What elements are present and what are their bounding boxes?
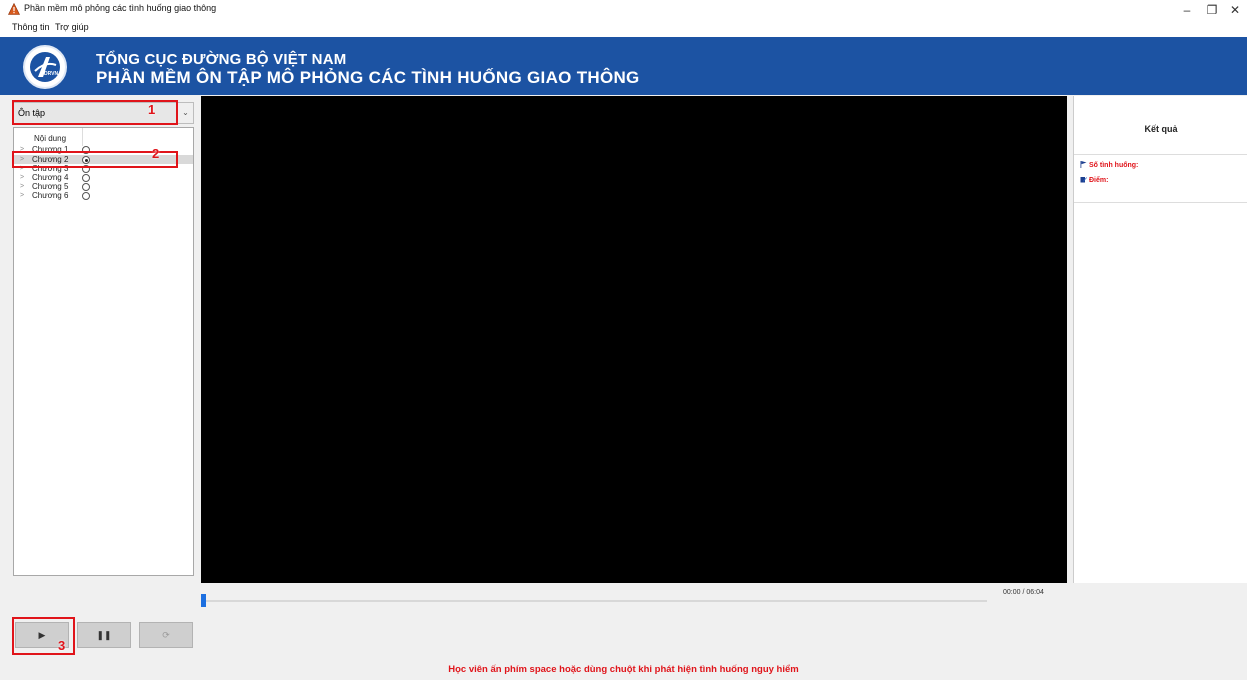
annotation-box-3 [12,617,75,655]
score-edit-icon [1080,177,1087,183]
pause-button[interactable]: ❚❚ [77,622,131,648]
progress-track[interactable] [203,600,987,602]
result-panel: Kết quả Số tình huống: Điểm: [1073,96,1247,583]
menu-bar: Thông tin Trợ giúp [0,20,1247,37]
situation-count: Số tình huống: [1080,161,1138,169]
chapter-tree: Nội dung > Chương 1 > Chương 2 > Chương … [13,127,194,576]
menu-help[interactable]: Trợ giúp [55,22,89,32]
radio-button[interactable] [82,192,90,200]
tree-column-header: Nội dung [34,134,67,143]
annotation-number-3: 3 [58,638,66,653]
expand-arrow-icon[interactable]: > [20,182,24,191]
window-title: Phần mềm mô phỏng các tình huống giao th… [24,3,217,13]
warning-triangle-icon [8,3,20,15]
annotation-number-2: 2 [152,146,160,161]
expand-arrow-icon[interactable]: > [20,191,24,200]
tree-item-label: Chương 4 [32,173,69,182]
window-title-bar: Phần mềm mô phỏng các tình huống giao th… [0,0,1247,20]
radio-button[interactable] [82,183,90,191]
situation-count-label: Số tình huống: [1089,162,1139,169]
header-app-name: PHẦN MỀM ÔN TẬP MÔ PHỎNG CÁC TÌNH HUỐNG … [96,68,640,87]
radio-button[interactable] [82,174,90,182]
time-readout: 00:00 / 06:04 [1003,589,1044,596]
chevron-down-icon[interactable]: ⌄ [177,103,193,123]
logo-text: DRVN [44,71,59,77]
hint-text: Học viên ấn phím space hoặc dùng chuột k… [448,664,799,675]
road-logo-icon [30,52,60,82]
progress-thumb[interactable] [201,594,206,607]
tree-item-label: Chương 5 [32,182,69,191]
app-header: DRVN TỔNG CỤC ĐƯỜNG BỘ VIỆT NAM PHẦN MỀM… [0,37,1247,95]
tree-item-chuong-5[interactable]: > Chương 5 [14,182,193,191]
result-title: Kết quả [1144,124,1178,134]
tree-item-chuong-4[interactable]: > Chương 4 [14,173,193,182]
menu-info[interactable]: Thông tin [12,22,50,32]
replay-button[interactable]: ⟳ [139,622,193,648]
pause-icon: ❚❚ [96,630,112,640]
drvn-logo: DRVN [23,45,67,89]
flag-icon [1080,161,1087,168]
close-button[interactable]: ✕ [1220,0,1247,20]
video-player[interactable] [201,96,1067,583]
column-divider [82,128,83,146]
score-label: Điểm: [1089,177,1109,184]
header-organization: TỔNG CỤC ĐƯỜNG BỘ VIỆT NAM [96,51,347,68]
divider [1074,202,1247,203]
replay-icon: ⟳ [162,630,170,640]
tree-item-label: Chương 6 [32,191,69,200]
expand-arrow-icon[interactable]: > [20,173,24,182]
tree-item-chuong-6[interactable]: > Chương 6 [14,191,193,200]
score: Điểm: [1080,176,1108,184]
divider [1074,154,1247,155]
annotation-number-1: 1 [148,102,156,117]
